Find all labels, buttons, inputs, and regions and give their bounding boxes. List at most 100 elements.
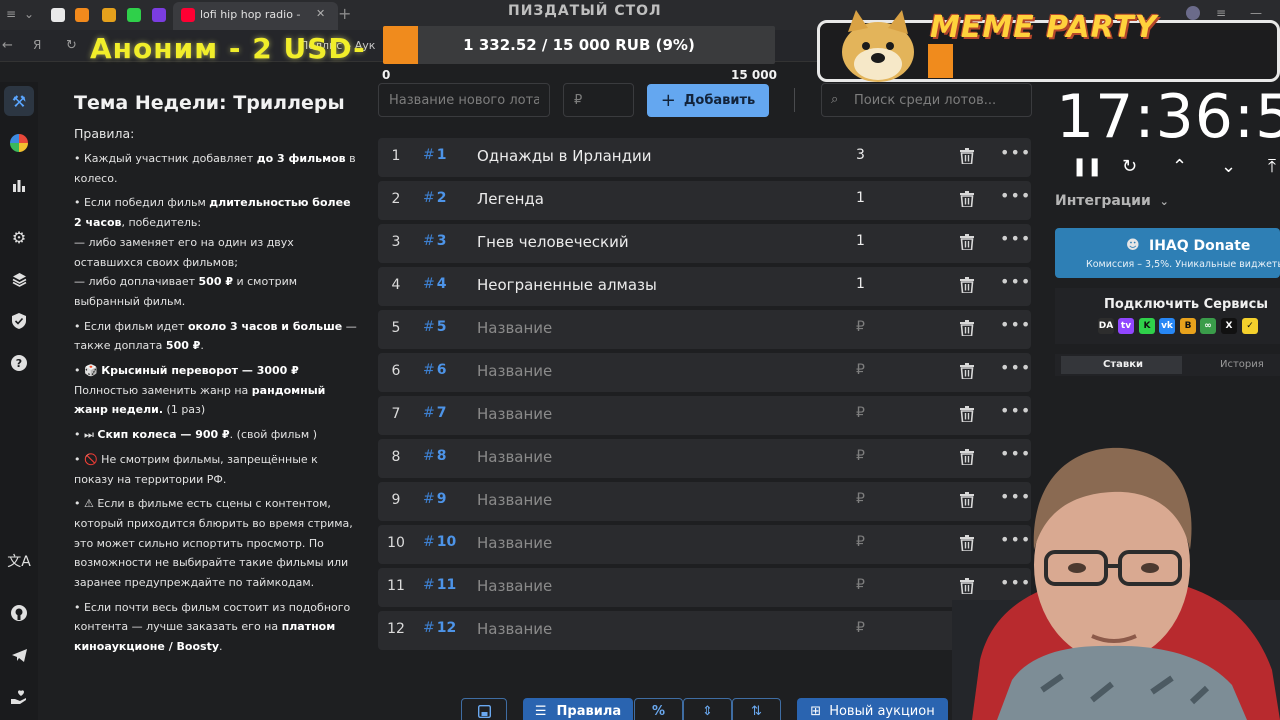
lot-id[interactable]: #2 — [423, 190, 446, 206]
lot-row[interactable]: 8 #8 Название ₽ ••• — [378, 439, 1031, 478]
lot-row[interactable]: 9 #9 Название ₽ ••• — [378, 482, 1031, 521]
boosty-icon[interactable]: B — [1180, 318, 1196, 334]
lot-amount[interactable]: ₽ — [856, 534, 865, 550]
new-auction-button[interactable]: ⊞ Новый аукцион — [797, 698, 948, 720]
yoomoney-icon[interactable]: ✓ — [1242, 318, 1258, 334]
trash-icon[interactable] — [960, 234, 974, 250]
x-icon[interactable]: X — [1221, 318, 1237, 334]
lot-name[interactable]: Легенда — [477, 190, 544, 208]
lot-name[interactable]: Название — [477, 491, 552, 509]
help-icon[interactable]: ? — [4, 348, 34, 378]
new-lot-price-input[interactable] — [563, 83, 634, 117]
lot-name[interactable]: Гнев человеческий — [477, 233, 629, 251]
lot-amount[interactable]: 3 — [856, 147, 865, 163]
minimize-icon[interactable]: — — [1250, 6, 1262, 20]
donatepay-icon[interactable]: ∞ — [1200, 318, 1216, 334]
chevron-down-icon[interactable]: ⌄ — [1221, 156, 1236, 177]
menu-icon[interactable]: ≡ — [1216, 6, 1226, 20]
trash-icon[interactable] — [960, 148, 974, 164]
rules-button[interactable]: ☰ Правила — [523, 698, 633, 720]
lot-name[interactable]: Название — [477, 448, 552, 466]
lot-amount[interactable]: ₽ — [856, 491, 865, 507]
trash-icon[interactable] — [960, 363, 974, 379]
lot-amount[interactable]: ₽ — [856, 319, 865, 335]
back-icon[interactable]: ← — [2, 38, 13, 53]
lot-id[interactable]: #6 — [423, 362, 446, 378]
lot-id[interactable]: #1 — [423, 147, 446, 163]
lot-name[interactable]: Неограненные алмазы — [477, 276, 657, 294]
lot-name[interactable]: Название — [477, 620, 552, 638]
lot-name[interactable]: Название — [477, 319, 552, 337]
lot-id[interactable]: #10 — [423, 534, 456, 550]
lot-row[interactable]: 2 #2 Легенда 1 ••• — [378, 181, 1031, 220]
tab-title[interactable]: lofi hip hop radio – b — [200, 8, 300, 21]
scroll-top-icon[interactable]: ⤒ — [1268, 156, 1276, 177]
new-lot-name-input[interactable] — [378, 83, 550, 117]
twitch-icon[interactable]: tv — [1118, 318, 1134, 334]
lot-row[interactable]: 10 #10 Название ₽ ••• — [378, 525, 1031, 564]
integrations-toggle[interactable]: Интеграции ⌄ — [1055, 193, 1169, 209]
new-tab-button[interactable]: + — [338, 4, 351, 23]
lot-row[interactable]: 6 #6 Название ₽ ••• — [378, 353, 1031, 392]
kick-icon[interactable]: K — [1139, 318, 1155, 334]
lot-id[interactable]: #5 — [423, 319, 446, 335]
tab-list-icon[interactable]: ≡ — [6, 7, 16, 21]
translate-icon[interactable]: 文A — [4, 546, 34, 576]
tab-history[interactable]: История — [1220, 359, 1264, 370]
gear-icon[interactable]: ⚙ — [4, 222, 34, 252]
more-options-icon[interactable]: ••• — [1000, 229, 1031, 248]
trash-icon[interactable] — [960, 406, 974, 422]
lot-amount[interactable]: ₽ — [856, 620, 865, 636]
kick-tab-icon[interactable] — [127, 8, 141, 22]
lot-name[interactable]: Название — [477, 534, 552, 552]
auction-hammer-icon[interactable]: ⚒ — [4, 86, 34, 116]
add-lot-button[interactable]: + Добавить — [647, 84, 769, 117]
wheel-icon[interactable] — [4, 128, 34, 158]
github-icon[interactable] — [4, 598, 34, 628]
more-options-icon[interactable]: ••• — [1000, 401, 1031, 420]
lot-amount[interactable]: ₽ — [856, 577, 865, 593]
pinned-tab-icon[interactable] — [75, 8, 89, 22]
donate-hand-icon[interactable] — [4, 682, 34, 712]
save-button[interactable] — [461, 698, 507, 720]
lot-amount[interactable]: ₽ — [856, 405, 865, 421]
chevron-up-icon[interactable]: ⌃ — [1172, 156, 1187, 177]
lot-id[interactable]: #12 — [423, 620, 456, 636]
lot-id[interactable]: #8 — [423, 448, 446, 464]
lot-id[interactable]: #3 — [423, 233, 446, 249]
lot-id[interactable]: #4 — [423, 276, 446, 292]
lot-amount[interactable]: ₽ — [856, 362, 865, 378]
lot-amount[interactable]: ₽ — [856, 448, 865, 464]
avatar[interactable] — [1186, 6, 1200, 20]
pinned-tab-icon[interactable] — [102, 8, 116, 22]
lot-name[interactable]: Название — [477, 362, 552, 380]
more-options-icon[interactable]: ••• — [1000, 143, 1031, 162]
lot-row[interactable]: 3 #3 Гнев человеческий 1 ••• — [378, 224, 1031, 263]
lot-name[interactable]: Название — [477, 577, 552, 595]
close-icon[interactable]: ✕ — [316, 7, 325, 20]
trash-icon[interactable] — [960, 191, 974, 207]
more-options-icon[interactable]: ••• — [1000, 358, 1031, 377]
search-input[interactable] — [821, 83, 1032, 117]
shield-icon[interactable] — [4, 306, 34, 336]
trash-icon[interactable] — [960, 320, 974, 336]
lot-amount[interactable]: 1 — [856, 233, 865, 249]
lot-row[interactable]: 4 #4 Неограненные алмазы 1 ••• — [378, 267, 1031, 306]
pinned-tab-icon[interactable] — [51, 8, 65, 22]
lot-row[interactable]: 12#12Название₽••• — [378, 611, 1031, 650]
telegram-icon[interactable] — [4, 640, 34, 670]
sort-button[interactable]: ⇅ — [732, 698, 781, 720]
lot-row[interactable]: 11 #11 Название ₽ ••• — [378, 568, 1031, 607]
layers-icon[interactable] — [4, 264, 34, 294]
lot-row[interactable]: 5 #5 Название ₽ ••• — [378, 310, 1031, 349]
lot-name[interactable]: Однажды в Ирландии — [477, 147, 651, 165]
donationalerts-icon[interactable]: DA — [1098, 318, 1114, 334]
vk-icon[interactable]: vk — [1159, 318, 1175, 334]
more-options-icon[interactable]: ••• — [1000, 186, 1031, 205]
chevron-down-icon[interactable]: ⌄ — [24, 7, 34, 21]
tab-bets[interactable]: Ставки — [1103, 359, 1143, 370]
pause-icon[interactable]: ❚❚ — [1072, 156, 1102, 177]
lot-row[interactable]: 7 #7 Название ₽ ••• — [378, 396, 1031, 435]
lot-name[interactable]: Название — [477, 405, 552, 423]
reset-icon[interactable]: ↻ — [1122, 156, 1137, 177]
